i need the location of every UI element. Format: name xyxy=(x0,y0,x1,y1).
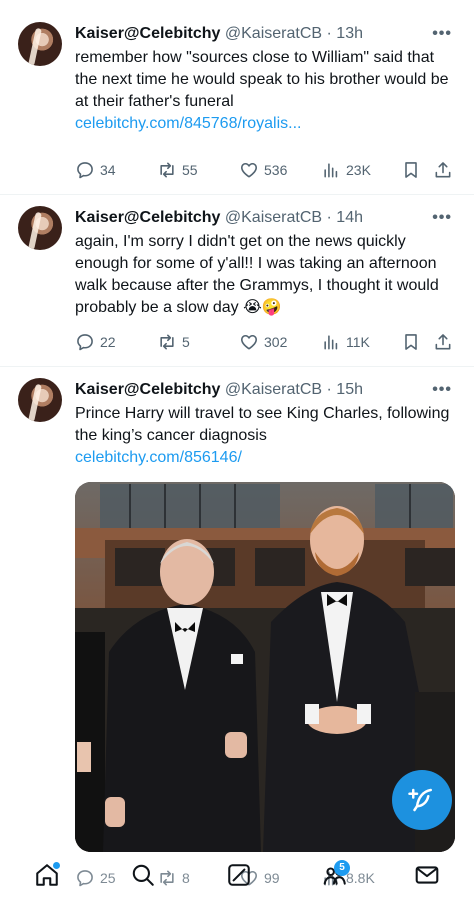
avatar[interactable] xyxy=(18,22,62,66)
reply-button[interactable]: 34 xyxy=(75,158,116,182)
author-name[interactable]: Kaiser@Celebitchy xyxy=(75,381,220,398)
bookmark-button[interactable] xyxy=(401,158,421,182)
more-options-icon[interactable]: ••• xyxy=(432,208,452,228)
like-count: 99 xyxy=(264,870,280,886)
tweet-header: Kaiser@Celebitchy @KaiseratCB · 15h xyxy=(75,380,363,400)
bookmark-icon xyxy=(405,162,417,178)
grok-icon xyxy=(228,864,250,886)
repost-icon xyxy=(160,870,174,886)
heart-icon xyxy=(241,334,257,350)
tweet-link[interactable]: celebitchy.com/856146/ xyxy=(75,447,242,469)
analytics-icon xyxy=(324,163,338,178)
reply-count: 25 xyxy=(100,870,116,886)
avatar[interactable] xyxy=(18,378,62,422)
tweet-text: again, I'm sorry I didn't get on the new… xyxy=(75,233,439,316)
repost-button[interactable]: 55 xyxy=(157,158,198,182)
separator: · xyxy=(326,381,332,398)
tweet-actions: 34 55 536 23K xyxy=(75,158,455,182)
timestamp[interactable]: 15h xyxy=(336,381,363,398)
tweet-link[interactable]: celebitchy.com/845768/royalis... xyxy=(75,113,301,135)
repost-button[interactable]: 8 xyxy=(157,866,190,890)
repost-count: 5 xyxy=(182,334,190,350)
messages-tab[interactable] xyxy=(414,862,440,888)
like-button[interactable]: 536 xyxy=(239,158,287,182)
view-count: 8.8K xyxy=(346,870,375,886)
like-count: 536 xyxy=(264,162,288,178)
tweet-header: Kaiser@Celebitchy @KaiseratCB · 13h xyxy=(75,24,363,44)
tweet-actions: 22 5 302 11K xyxy=(75,330,455,354)
separator: · xyxy=(326,209,332,226)
like-button[interactable]: 302 xyxy=(239,330,287,354)
tweet-header: Kaiser@Celebitchy @KaiseratCB · 14h xyxy=(75,208,363,228)
repost-count: 8 xyxy=(182,870,190,886)
bookmark-icon xyxy=(405,334,417,350)
author-name[interactable]: Kaiser@Celebitchy xyxy=(75,209,220,226)
grok-tab[interactable] xyxy=(226,862,252,888)
search-tab[interactable] xyxy=(130,862,156,888)
author-handle[interactable]: @KaiseratCB xyxy=(225,381,322,398)
envelope-icon xyxy=(415,866,439,884)
tweet-divider xyxy=(0,366,474,367)
timestamp[interactable]: 14h xyxy=(336,209,363,226)
timestamp[interactable]: 13h xyxy=(336,25,363,42)
compose-button[interactable] xyxy=(392,770,452,830)
repost-button[interactable]: 5 xyxy=(157,330,190,354)
reply-button[interactable]: 22 xyxy=(75,330,116,354)
notification-badge: 5 xyxy=(334,860,350,876)
views-button[interactable]: 11K xyxy=(321,330,370,354)
more-options-icon[interactable]: ••• xyxy=(432,380,452,400)
author-name[interactable]: Kaiser@Celebitchy xyxy=(75,25,220,42)
bookmark-button[interactable] xyxy=(401,330,421,354)
share-icon xyxy=(435,334,451,350)
tweet-text: Prince Harry will travel to see King Cha… xyxy=(75,405,450,444)
avatar[interactable] xyxy=(18,206,62,250)
reply-icon xyxy=(77,162,93,179)
reply-icon xyxy=(77,334,93,351)
repost-icon xyxy=(160,162,174,178)
separator: · xyxy=(326,25,332,42)
heart-icon xyxy=(241,162,257,178)
repost-count: 55 xyxy=(182,162,198,178)
author-handle[interactable]: @KaiseratCB xyxy=(225,209,322,226)
reply-count: 22 xyxy=(100,334,116,350)
reply-button[interactable]: 25 xyxy=(75,866,116,890)
tweet-text: remember how "sources close to William" … xyxy=(75,49,449,110)
view-count: 11K xyxy=(346,334,370,350)
reply-count: 34 xyxy=(100,162,116,178)
repost-icon xyxy=(160,334,174,350)
share-button[interactable] xyxy=(433,158,453,182)
more-options-icon[interactable]: ••• xyxy=(432,24,452,44)
tweet-divider xyxy=(0,194,474,195)
reply-icon xyxy=(77,870,93,887)
like-count: 302 xyxy=(264,334,288,350)
author-handle[interactable]: @KaiseratCB xyxy=(225,25,322,42)
search-icon xyxy=(132,864,154,886)
views-button[interactable]: 23K xyxy=(321,158,371,182)
home-unread-dot xyxy=(53,862,60,869)
analytics-icon xyxy=(324,335,338,350)
compose-feather-icon xyxy=(408,788,432,812)
view-count: 23K xyxy=(346,162,371,178)
share-button[interactable] xyxy=(433,330,453,354)
share-icon xyxy=(435,162,451,178)
